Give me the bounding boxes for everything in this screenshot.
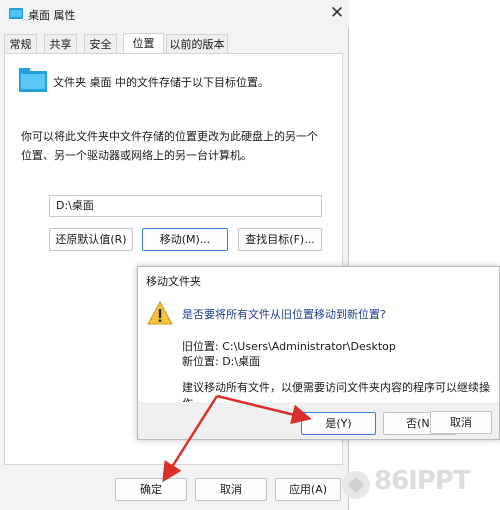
dialog-question: 是否要将所有文件从旧位置移动到新位置? [182,308,386,321]
move-button[interactable]: 移动(M)... [142,228,228,251]
tab-sharing[interactable]: 共享 [44,34,77,53]
find-target-button[interactable]: 查找目标(F)... [238,228,322,251]
desktop-folder-icon [19,68,47,92]
close-icon[interactable]: ✕ [328,3,346,23]
yes-button[interactable]: 是(Y) [301,412,376,435]
restore-default-button[interactable]: 还原默认值(R) [49,228,133,251]
watermark-logo: 86IPPT [340,462,490,506]
dialog-cancel-button[interactable]: 取消 [430,411,492,434]
ok-button[interactable]: 确定 [115,478,187,501]
location-info: 你可以将此文件夹中文件存储的位置更改为此硬盘上的另一个 位置、另一个驱动器或网络… [21,127,331,165]
tab-general[interactable]: 常规 [4,34,37,53]
tab-security[interactable]: 安全 [84,34,117,53]
path-input[interactable]: D:\桌面 [49,195,322,217]
old-location: 旧位置: C:\Users\Administrator\Desktop [182,340,396,353]
tab-previous-versions[interactable]: 以前的版本 [166,34,228,53]
info-line-1: 你可以将此文件夹中文件存储的位置更改为此硬盘上的另一个 [21,130,318,143]
warning-icon [147,301,173,325]
dialog-title: 移动文件夹 [146,275,201,288]
location-description: 文件夹 桌面 中的文件存储于以下目标位置。 [53,76,269,89]
title-bar[interactable]: 桌面 属性 ✕ [0,0,349,28]
cancel-button[interactable]: 取消 [195,478,267,501]
window-title: 桌面 属性 [28,9,76,22]
apply-button[interactable]: 应用(A) [275,478,341,501]
folder-icon [9,8,23,19]
watermark-icon [342,471,370,499]
watermark-text: 86IPPT [374,466,471,496]
tab-location[interactable]: 位置 [123,33,164,54]
new-location: 新位置: D:\桌面 [182,355,261,368]
info-line-2: 位置、另一个驱动器或网络上的另一台计算机。 [21,149,252,162]
